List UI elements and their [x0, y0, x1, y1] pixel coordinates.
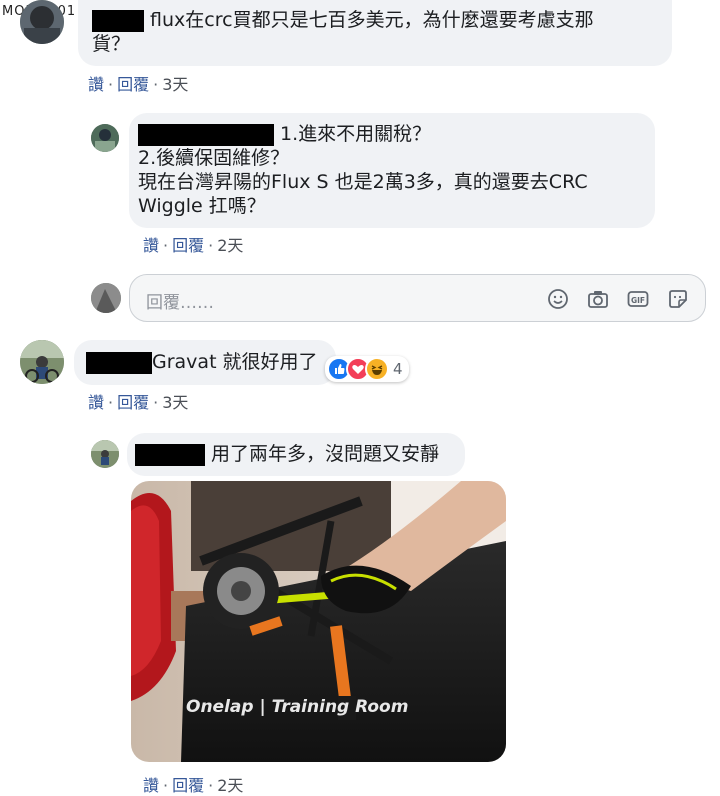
- reply-actions: 讚 · 回覆 · 2天: [143, 776, 244, 795]
- svg-text:GIF: GIF: [631, 296, 645, 305]
- comment-text-continued: 貨？: [92, 33, 131, 55]
- timestamp[interactable]: 2天: [217, 236, 243, 255]
- reply-actions: 讚 · 回覆 · 2天: [143, 236, 244, 255]
- avatar-image: [91, 283, 121, 313]
- avatar[interactable]: [20, 340, 64, 384]
- like-link[interactable]: 讚: [143, 776, 159, 795]
- avatar[interactable]: [91, 440, 119, 468]
- comment-text: Gravat 就很好用了: [152, 351, 318, 373]
- mat-logo-text: Onelap | Training Room: [186, 697, 408, 717]
- comment-text: flux在crc買都只是七百多美元，為什麼還要考慮支那: [150, 9, 594, 31]
- camera-icon[interactable]: [587, 288, 609, 310]
- redacted-name: [86, 351, 152, 374]
- reply-bubble: 用了兩年多，沒問題又安靜: [127, 433, 465, 476]
- avatar-image: [20, 340, 64, 384]
- timestamp[interactable]: 2天: [217, 776, 243, 795]
- like-link[interactable]: 讚: [88, 75, 104, 94]
- reply-link[interactable]: 回覆: [117, 393, 149, 412]
- avatar-image: [91, 440, 119, 468]
- redacted-name: [92, 9, 144, 32]
- reply-text-line: 現在台灣昇陽的Flux S 也是2萬3多，真的還要去CRC: [138, 171, 588, 193]
- reply-placeholder: 回覆……: [146, 293, 214, 313]
- trainer-photo: Onelap | Training Room: [131, 481, 506, 762]
- gif-icon[interactable]: GIF: [627, 288, 649, 310]
- comment-bubble: flux在crc買都只是七百多美元，為什麼還要考慮支那 貨？: [78, 0, 672, 66]
- reactions-summary[interactable]: 4: [325, 356, 409, 382]
- reply-link[interactable]: 回覆: [172, 776, 204, 795]
- reply-link[interactable]: 回覆: [172, 236, 204, 255]
- like-link[interactable]: 讚: [88, 393, 104, 412]
- timestamp[interactable]: 3天: [162, 393, 188, 412]
- reply-text-line: 2.後續保固維修？: [138, 147, 290, 169]
- haha-icon: [365, 357, 389, 381]
- sticker-icon[interactable]: [667, 288, 689, 310]
- timestamp[interactable]: 3天: [162, 75, 188, 94]
- reply-bubble: 1.進來不用關稅？ 2.後續保固維修？ 現在台灣昇陽的Flux S 也是2萬3多…: [129, 113, 655, 228]
- emoji-icon[interactable]: [547, 288, 569, 310]
- reply-text-line: 1.進來不用關稅？: [280, 123, 432, 145]
- redacted-name: [135, 443, 205, 466]
- comment-actions: 讚 · 回覆 · 3天: [88, 393, 189, 412]
- avatar[interactable]: [20, 0, 64, 44]
- reply-input[interactable]: 回覆…… GIF: [129, 274, 706, 322]
- redacted-name: [138, 123, 274, 146]
- avatar[interactable]: [91, 124, 119, 152]
- reply-text: 用了兩年多，沒問題又安靜: [211, 443, 440, 465]
- attached-photo[interactable]: Onelap | Training Room: [131, 481, 506, 762]
- comment-bubble: Gravat 就很好用了: [74, 340, 336, 385]
- avatar-image: [20, 0, 64, 44]
- comment-actions: 讚 · 回覆 · 3天: [88, 75, 189, 94]
- avatar-image: [91, 124, 119, 152]
- current-user-avatar[interactable]: [91, 283, 121, 313]
- reaction-count: 4: [393, 360, 403, 378]
- reply-text-line: Wiggle 扛嗎？: [138, 195, 266, 217]
- like-link[interactable]: 讚: [143, 236, 159, 255]
- reply-link[interactable]: 回覆: [117, 75, 149, 94]
